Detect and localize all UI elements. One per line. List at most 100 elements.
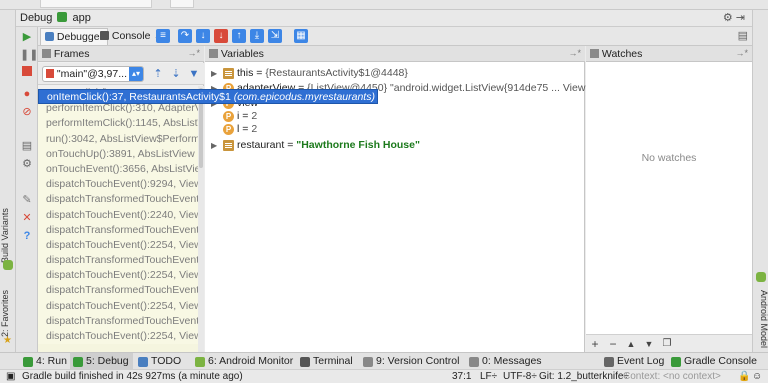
step-into-icon[interactable]: ↓ xyxy=(196,29,210,43)
equals-sign: = xyxy=(239,110,252,122)
frame-row[interactable]: onTouchEvent():3656, AbsListView xyxy=(38,161,198,178)
tool-window-button[interactable]: TODO xyxy=(135,353,185,370)
android-model-tab[interactable]: Android Model xyxy=(753,286,768,352)
tool-window-button[interactable]: 5: Debug xyxy=(70,353,133,370)
step-out-icon[interactable]: ↑ xyxy=(232,29,246,43)
layout-settings-icon[interactable]: ▤ xyxy=(738,29,748,42)
copy-icon[interactable]: ❐ xyxy=(660,337,674,351)
hide-icon[interactable]: ⇥ xyxy=(736,12,748,24)
pin-icon[interactable]: ✎ xyxy=(20,193,34,207)
selected-frame-row[interactable]: onItemClick():37, RestaurantsActivity$1 … xyxy=(38,89,378,104)
debug-config-name: app xyxy=(72,12,91,24)
frame-row[interactable]: onTouchUp():3891, AbsListView xyxy=(38,146,198,162)
caret-position[interactable]: 37:1 xyxy=(452,370,471,383)
stop-icon[interactable] xyxy=(20,66,34,80)
close-icon[interactable]: ✕ xyxy=(20,211,34,225)
tool-window-button[interactable]: 0: Messages xyxy=(466,353,546,370)
help-icon[interactable]: ? xyxy=(20,229,34,243)
tool-window-button[interactable]: Event Log xyxy=(601,353,668,370)
variable-value: {RestaurantsActivity$1@4448} xyxy=(265,67,408,79)
tool-window-icon xyxy=(604,357,614,367)
parameter-icon: P xyxy=(223,111,234,122)
variable-value: 2 xyxy=(251,123,258,135)
variable-value: 2 xyxy=(251,110,258,122)
tool-window-button[interactable]: 4: Run xyxy=(20,353,71,370)
thread-select[interactable]: "main"@3,97... ▴▾ xyxy=(42,66,144,82)
watches-panel: Watches →* No watches + − ▲ ▼ ❐ xyxy=(586,46,752,352)
show-execution-point-icon[interactable]: ≡ xyxy=(156,29,170,43)
panel-pin-icon[interactable]: →* xyxy=(735,48,748,58)
evaluate-expression-icon[interactable]: ▦ xyxy=(294,29,308,43)
tool-window-label: TODO xyxy=(151,355,182,367)
tool-window-icon xyxy=(671,357,681,367)
frame-row[interactable]: dispatchTransformedTouchEvent xyxy=(38,253,198,269)
force-step-into-icon[interactable]: ↓ xyxy=(214,29,228,43)
editor-tab[interactable] xyxy=(40,0,152,8)
editor-tab-strip xyxy=(0,0,768,10)
run-to-cursor-icon[interactable]: ⇲ xyxy=(268,29,282,43)
hector-icon[interactable]: ☺ xyxy=(752,370,762,383)
variable-row[interactable]: ▶ restaurant = "Hawthorne Fish House" xyxy=(205,138,585,153)
drop-frame-icon[interactable]: ⤓ xyxy=(250,29,264,43)
frame-row[interactable]: dispatchTransformedTouchEvent xyxy=(38,283,198,299)
frame-row[interactable]: dispatchTouchEvent():2254, View xyxy=(38,329,198,345)
arrow-up-icon[interactable]: ⇡ xyxy=(152,68,164,80)
frame-row[interactable]: dispatchTouchEvent():2254, View xyxy=(38,298,198,314)
editor-tab[interactable] xyxy=(170,0,194,8)
tool-window-icon xyxy=(300,357,310,367)
tool-window-button[interactable]: Terminal xyxy=(297,353,357,370)
frames-title: Frames xyxy=(53,48,90,60)
favorites-tab[interactable]: 2: Favorites xyxy=(0,284,16,342)
pause-icon[interactable]: ❚❚ xyxy=(20,48,38,62)
get-thread-dump-icon[interactable]: ▤ xyxy=(20,139,34,153)
context-indicator[interactable]: Context: <no context> xyxy=(623,370,721,383)
line-separator[interactable]: LF÷ xyxy=(480,370,497,383)
view-breakpoints-icon[interactable]: ● xyxy=(20,87,34,101)
lock-icon[interactable]: 🔒 xyxy=(738,370,750,383)
tool-window-label: Gradle Console xyxy=(684,355,757,367)
mute-breakpoints-icon[interactable]: ⊘ xyxy=(20,105,34,119)
selected-frame-package: (com.epicodus.myrestaurants) xyxy=(233,91,375,103)
frame-row[interactable]: dispatchTouchEvent():2254, View xyxy=(38,237,198,254)
arrow-down-icon[interactable]: ⇣ xyxy=(170,68,182,80)
frame-row[interactable]: dispatchTransformedTouchEvent xyxy=(38,192,198,208)
gear-icon[interactable]: ⚙ xyxy=(723,12,736,24)
move-down-icon[interactable]: ▼ xyxy=(642,337,656,351)
frame-row[interactable]: dispatchTouchEvent():9294, View xyxy=(38,177,198,193)
tool-window-button[interactable]: Gradle Console xyxy=(668,353,761,370)
frame-row[interactable]: dispatchTouchEvent():2240, View xyxy=(38,207,198,223)
move-up-icon[interactable]: ▲ xyxy=(624,337,638,351)
step-over-icon[interactable]: ↷ xyxy=(178,29,192,43)
expand-arrow-icon[interactable]: ▶ xyxy=(211,138,217,153)
frames-header: Frames →* xyxy=(38,46,204,62)
frame-row[interactable]: dispatchTransformedTouchEvent xyxy=(38,313,198,329)
selected-frame-method: onItemClick():37, RestaurantsActivity$1 xyxy=(47,91,231,103)
variable-name: this xyxy=(237,67,254,79)
tool-window-button[interactable]: 6: Android Monitor xyxy=(192,353,297,370)
debugger-tab-icon xyxy=(45,32,54,41)
resume-icon[interactable]: ▶ xyxy=(20,30,34,44)
frame-row[interactable]: dispatchTransformedTouchEvent xyxy=(38,222,198,238)
restore-layout-icon[interactable]: ⚙ xyxy=(20,157,34,171)
panel-pin-icon[interactable]: →* xyxy=(187,48,200,58)
variable-row[interactable]: ▶ this = {RestaurantsActivity$1@4448} xyxy=(205,66,585,81)
variables-icon xyxy=(209,49,218,58)
frame-row[interactable]: dispatchTouchEvent():2254, View xyxy=(38,268,198,284)
variable-row[interactable]: Pl = 2 xyxy=(205,122,585,137)
frame-row[interactable]: run():3042, AbsListView$PerformClick xyxy=(38,131,198,147)
vcs-branch[interactable]: Git: 1.2_butterknife÷ xyxy=(539,370,629,383)
expand-arrow-icon[interactable]: ▶ xyxy=(211,66,217,81)
frames-scrollbar[interactable] xyxy=(198,86,204,352)
panel-pin-icon[interactable]: →* xyxy=(568,48,581,58)
status-icon: ▣ xyxy=(6,371,16,382)
thread-select-value: "main"@3,97... xyxy=(56,68,127,80)
file-encoding[interactable]: UTF-8÷ xyxy=(503,370,537,383)
status-message[interactable]: Gradle build finished in 42s 927ms (a mi… xyxy=(22,370,243,383)
tool-window-button[interactable]: 9: Version Control xyxy=(360,353,463,370)
add-watch-icon[interactable]: + xyxy=(588,337,602,351)
filter-icon[interactable]: ▼ xyxy=(188,68,200,80)
frame-row[interactable]: performItemClick():1145, AbsListView xyxy=(38,116,198,132)
variable-value: "Hawthorne Fish House" xyxy=(296,139,420,151)
watches-header: Watches →* xyxy=(586,46,752,62)
remove-watch-icon[interactable]: − xyxy=(606,337,620,351)
